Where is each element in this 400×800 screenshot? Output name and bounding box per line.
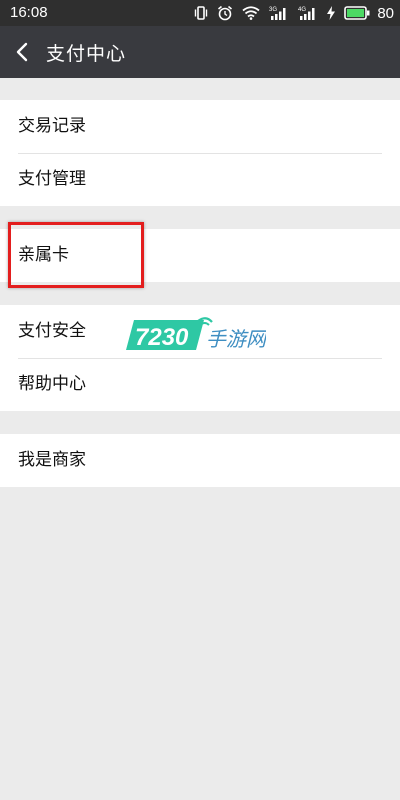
menu-item-transaction-records[interactable]: 交易记录 (0, 100, 400, 153)
menu-item-payment-management[interactable]: 支付管理 (0, 153, 400, 206)
status-bar: 16:08 3G 4G 80 (0, 0, 400, 26)
menu-group-merchant: 我是商家 (0, 434, 400, 487)
signal-4g-icon: 4G (298, 7, 315, 20)
app-header: 支付中心 (0, 26, 400, 78)
menu-group-family-card: 亲属卡 (0, 229, 400, 282)
page-title: 支付中心 (46, 43, 127, 65)
alarm-icon (218, 5, 233, 21)
menu-item-help-center[interactable]: 帮助中心 (0, 358, 400, 411)
menu-item-family-card[interactable]: 亲属卡 (0, 229, 400, 282)
menu-group-transactions: 交易记录 支付管理 (0, 100, 400, 206)
watermark-logo: 7230 手游网 (126, 317, 266, 351)
signal-3g-icon: 3G (269, 7, 286, 20)
watermark-number: 7230 (135, 324, 189, 351)
status-icons: 3G 4G 80 (194, 3, 394, 23)
watermark-text: 手游网 (206, 327, 266, 351)
status-time: 16:08 (10, 4, 48, 21)
menu-item-merchant[interactable]: 我是商家 (0, 434, 400, 487)
charging-icon (327, 6, 336, 20)
vibrate-icon (195, 6, 208, 20)
network-4g-label: 4G (298, 7, 306, 13)
wifi-icon (242, 6, 260, 20)
network-3g-label: 3G (269, 7, 277, 13)
back-arrow-icon[interactable] (12, 41, 34, 63)
battery-icon (344, 6, 370, 20)
battery-percent: 80 (377, 4, 394, 22)
